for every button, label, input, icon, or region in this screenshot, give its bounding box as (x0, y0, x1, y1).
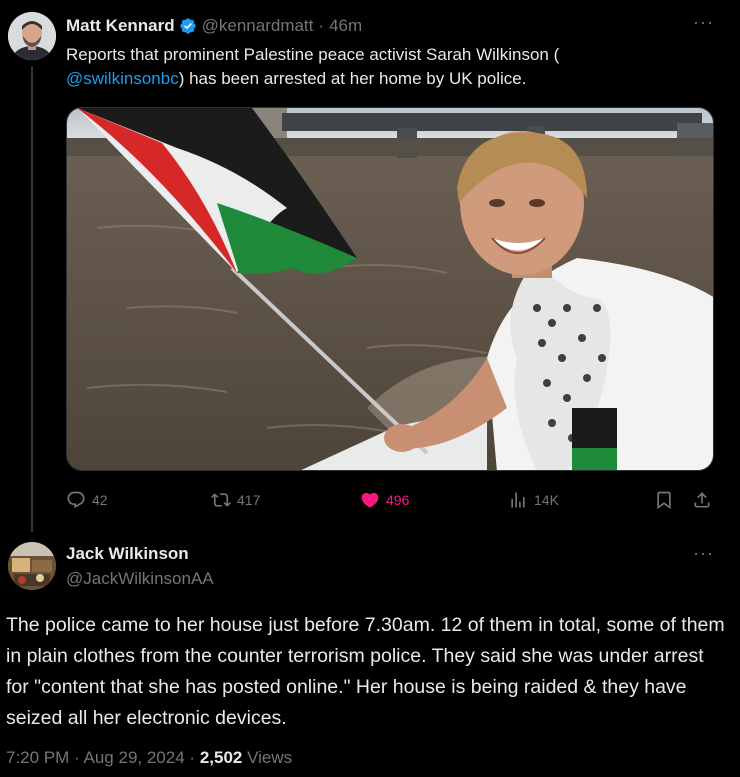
tweet-header: Matt Kennard @kennardmatt · 46m (66, 15, 362, 37)
more-options-icon[interactable]: ··· (693, 12, 714, 33)
separator-dot: · (318, 16, 325, 35)
author-handle[interactable]: @kennardmatt (202, 16, 314, 36)
separator-dot: · (189, 748, 196, 767)
author-name[interactable]: Jack Wilkinson (66, 544, 189, 563)
tweet-time[interactable]: 7:20 PM (6, 748, 69, 767)
tweet-header: Jack Wilkinson @JackWilkinsonAA (66, 543, 214, 590)
mention-link[interactable]: @swilkinsonbc (66, 69, 179, 88)
tweet-photo[interactable] (66, 107, 714, 471)
avatar-jack-wilkinson[interactable] (8, 542, 56, 590)
views-count: 14K (534, 492, 559, 508)
repost-count: 417 (237, 492, 261, 508)
tweet-text: The police came to her house just before… (6, 614, 725, 729)
reply-button[interactable]: 42 (66, 486, 108, 514)
repost-button[interactable]: 417 (211, 486, 260, 514)
more-options-icon[interactable]: ··· (693, 543, 714, 564)
author-handle[interactable]: @JackWilkinsonAA (66, 568, 214, 590)
share-icon (694, 492, 710, 508)
tweet-action-bar: 42 417 496 14K (66, 486, 714, 514)
author-name[interactable]: Matt Kennard (66, 16, 175, 36)
views-count: 2,502 (199, 748, 243, 767)
tweet-time[interactable]: 46m (329, 16, 362, 36)
tweet-text: Reports that prominent Palestine peace a… (66, 43, 706, 91)
repost-icon (211, 493, 231, 507)
like-button[interactable]: 496 (360, 486, 409, 514)
share-button[interactable] (692, 486, 712, 514)
reply-icon (67, 491, 85, 509)
heart-icon (361, 492, 379, 508)
views-label: Views (247, 748, 293, 767)
thread-connector-line (31, 66, 33, 532)
bookmark-icon (657, 491, 671, 510)
separator-dot: · (74, 748, 80, 767)
tweet-date[interactable]: Aug 29, 2024 (84, 748, 185, 767)
tweet-text-part: Reports that prominent Palestine peace a… (66, 45, 560, 64)
tweet-metadata: 7:20 PM · Aug 29, 2024 · 2,502 Views (6, 748, 292, 768)
bookmark-button[interactable] (654, 486, 674, 514)
views-bar-chart-icon (511, 492, 525, 508)
reply-count: 42 (92, 492, 108, 508)
verified-badge-icon[interactable] (179, 17, 197, 35)
focused-tweet[interactable]: Jack Wilkinson @JackWilkinsonAA ··· The … (0, 530, 740, 777)
avatar-matt-kennard[interactable] (8, 12, 56, 60)
parent-tweet[interactable]: Matt Kennard @kennardmatt · 46m ··· Repo… (0, 0, 740, 532)
like-count: 496 (386, 492, 410, 508)
views-button[interactable]: 14K (508, 486, 559, 514)
tweet-text-part: ) has been arrested at her home by UK po… (178, 69, 527, 88)
